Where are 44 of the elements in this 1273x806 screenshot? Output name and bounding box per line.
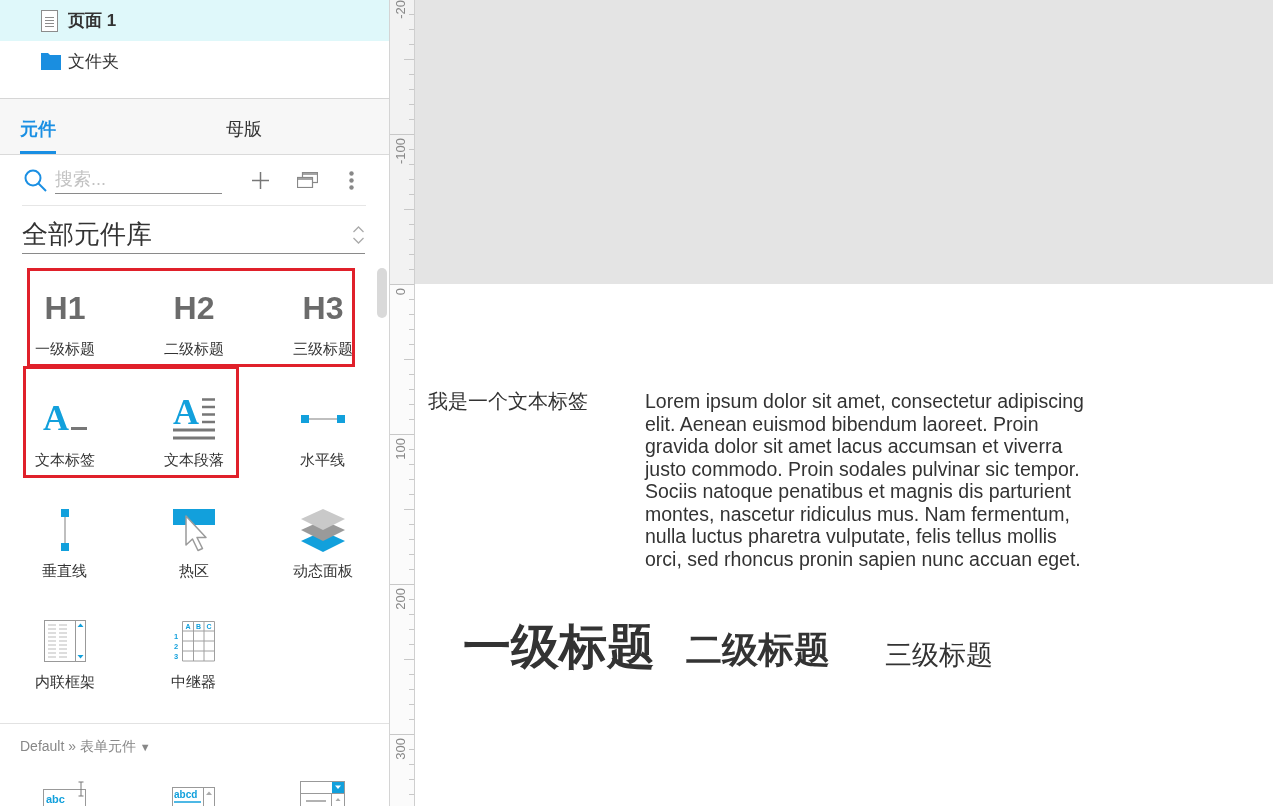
tree-item[interactable]: 页面 1 (0, 0, 389, 41)
widget-item[interactable]: H1 一级标题 (34, 286, 95, 358)
heading-icon: H3 (299, 288, 346, 328)
page-icon (41, 9, 58, 32)
ruler-label: -100 (394, 138, 408, 165)
widget-item[interactable]: 内联框架 (34, 619, 95, 691)
widget-item[interactable]: 动态面板 (292, 508, 353, 580)
text-label: 我是一个文本标签 (428, 389, 588, 413)
frame-with-scrollbar-icon (43, 620, 86, 662)
ruler-label: 100 (394, 438, 408, 460)
add-icon[interactable] (252, 171, 269, 189)
text-paragraph: Lorem ipsum dolor sit amet, consectetur adipiscing elit. Aenean euismod bibendum laoreet. Proin gravida dolor sit amet lacus accumsan et viverra justo commodo. Proin sodales pulvinar sic tempor. Sociis natoque penatibus et magnis dis parturient montes, nascetur ridiculus mus. Nam fermentum, nulla luctus pharetra vulputate, felis tellus mollis orci, sed rhoncus pronin sapien nunc accuan eget. (645, 390, 1085, 570)
up-down-chevron-icon (352, 224, 365, 245)
vertical-line-icon (60, 509, 69, 551)
library-dropdown[interactable]: 全部元件库 (22, 216, 365, 254)
dropdown-list-icon[interactable] (300, 781, 345, 806)
widget-item[interactable]: A 文本段落 (163, 397, 224, 469)
widget-item[interactable]: 水平线 (300, 397, 345, 469)
ruler-label: 300 (394, 738, 408, 760)
search-icon[interactable] (24, 168, 47, 192)
ruler-label: -20 (394, 0, 408, 19)
overlapping-squares-icon[interactable] (297, 172, 318, 188)
widget-item[interactable]: A 文本标签 (34, 397, 95, 469)
heading-icon: H1 (41, 288, 88, 328)
heading-icon: H2 (170, 288, 217, 328)
folder-icon (41, 53, 61, 70)
panel-tab[interactable]: 母版 (226, 118, 262, 154)
widget-item[interactable]: 热区 (172, 508, 215, 580)
large-heading: 一级标题 (463, 622, 655, 672)
widget-item[interactable]: 垂直线 (42, 508, 87, 580)
search-field[interactable]: 搜索... (55, 166, 222, 194)
stacked-layers-icon (300, 508, 345, 552)
ruler-label: 0 (394, 288, 408, 296)
widget-item[interactable]: H3 三级标题 (292, 286, 353, 358)
ruler-label: 200 (394, 588, 408, 610)
medium-heading: 二级标题 (686, 631, 830, 669)
scrollbar-thumb[interactable] (377, 268, 387, 318)
more-menu-icon[interactable] (349, 170, 354, 190)
small-heading: 三级标题 (885, 641, 993, 670)
horizontal-line-icon (300, 415, 345, 423)
library-switcher[interactable]: Default » 表单元件 ▼ (20, 738, 151, 756)
cursor-on-bar-icon (172, 508, 215, 552)
tree-item[interactable]: 文件夹 (0, 41, 389, 82)
widget-item[interactable]: H2 二级标题 (163, 286, 224, 358)
